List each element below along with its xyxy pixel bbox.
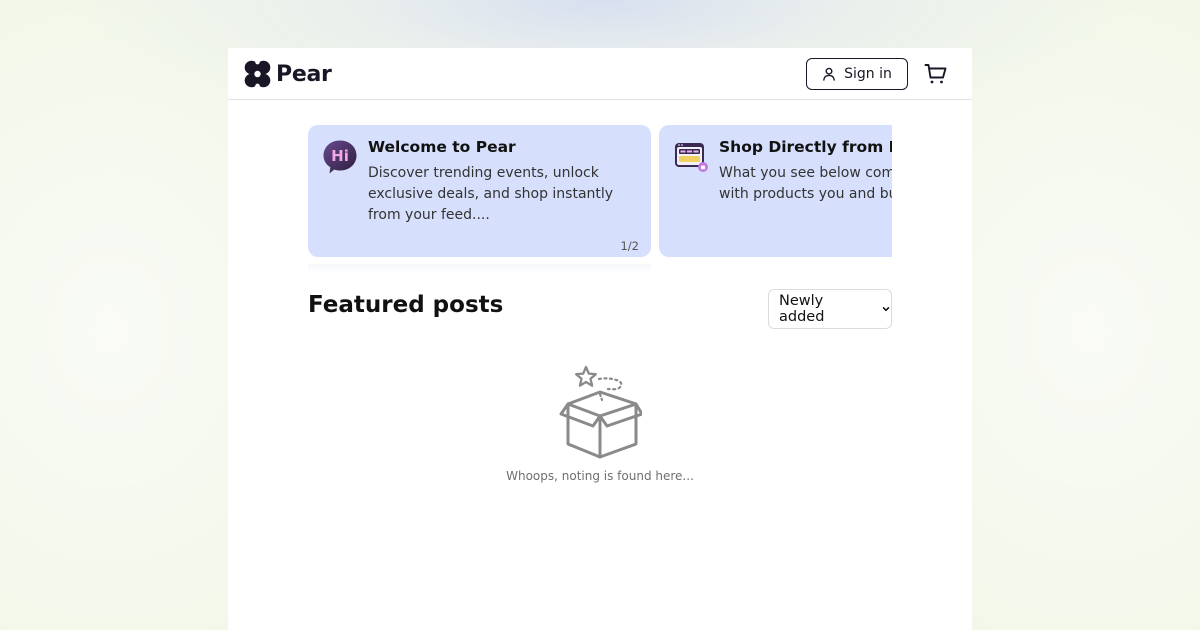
card-title: Welcome to Pear: [368, 138, 516, 156]
top-header: Pear Sign in: [228, 48, 972, 100]
carousel-pager: 1/2: [620, 239, 639, 253]
card-title: Shop Directly from Pos: [719, 138, 892, 156]
main-panel: Pear Sign in Hi Welcome to Pear Discover…: [228, 48, 972, 630]
chevron-down-icon: [882, 307, 890, 312]
carousel-card-welcome[interactable]: Hi Welcome to Pear Discover trending eve…: [308, 125, 651, 257]
pear-logo-icon: [244, 60, 271, 88]
shopping-cart-icon[interactable]: [924, 62, 948, 86]
carousel-shadow: [308, 264, 651, 274]
pear-logo[interactable]: Pear: [244, 60, 332, 88]
sign-in-button[interactable]: Sign in: [806, 58, 908, 90]
card-description: Discover trending events, unlock exclusi…: [368, 165, 614, 223]
section-title: Featured posts: [308, 292, 504, 318]
shopping-browser-icon: [675, 143, 708, 172]
hi-speech-bubble-icon: Hi: [323, 140, 357, 174]
sign-in-label: Sign in: [844, 66, 892, 82]
empty-box-icon: [559, 365, 642, 459]
sort-selected-value: Newly added: [779, 293, 825, 325]
empty-state-message: Whoops, noting is found here...: [506, 469, 694, 483]
card-description: What you see below comb content with pro…: [719, 165, 892, 202]
sort-select[interactable]: Newly added: [768, 289, 892, 329]
svg-text:Hi: Hi: [331, 147, 349, 165]
brand-name: Pear: [276, 61, 332, 87]
carousel-card-shop[interactable]: Shop Directly from Pos What you see belo…: [659, 125, 892, 257]
info-carousel[interactable]: Hi Welcome to Pear Discover trending eve…: [308, 125, 892, 265]
user-icon: [823, 67, 836, 81]
